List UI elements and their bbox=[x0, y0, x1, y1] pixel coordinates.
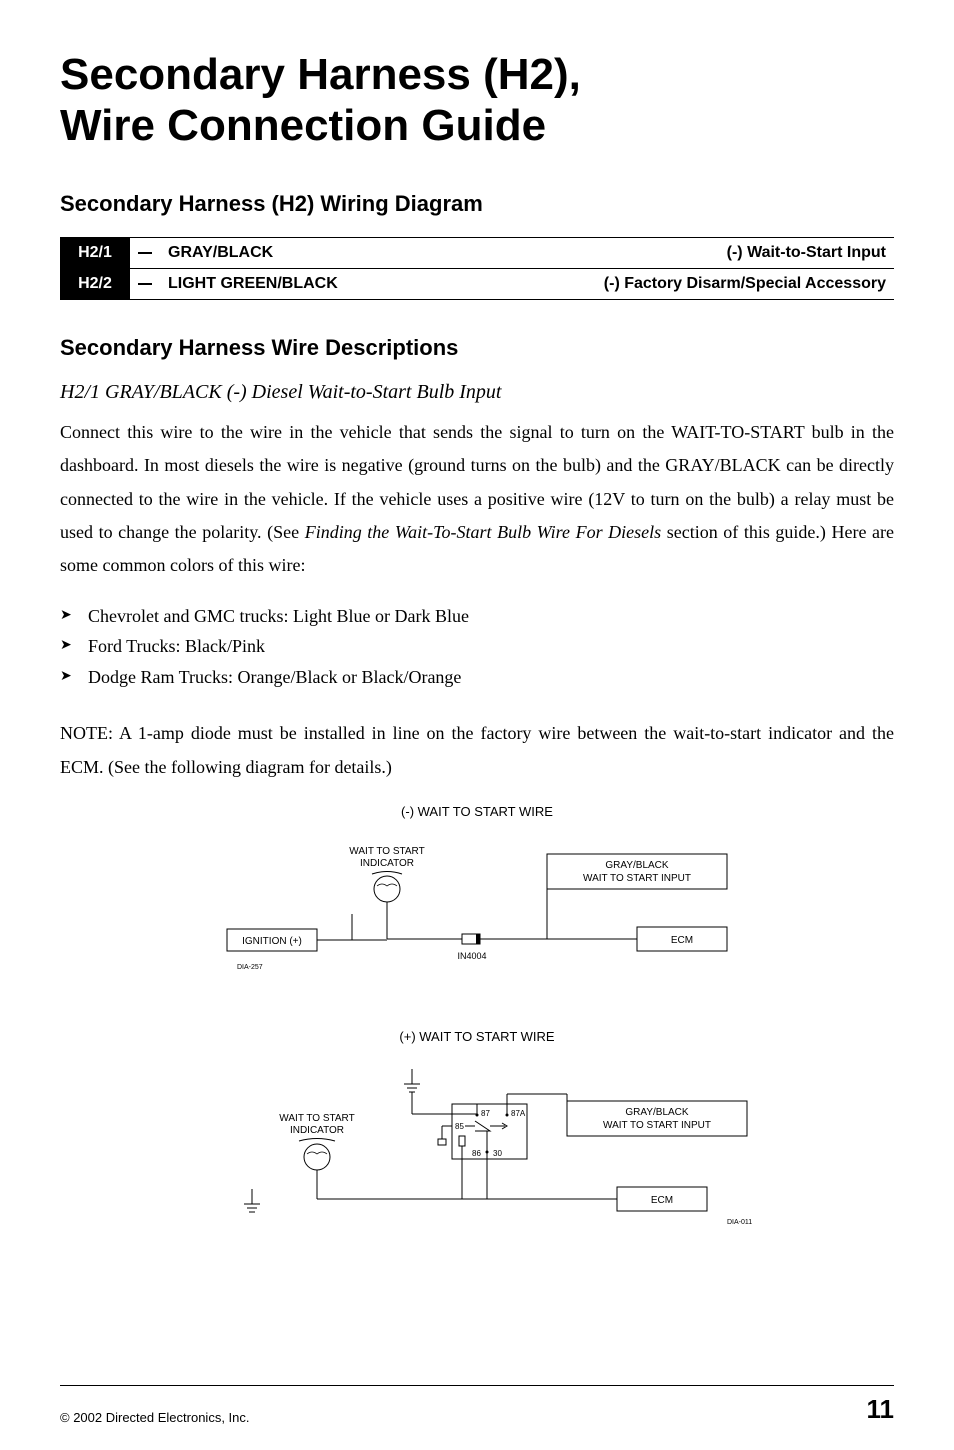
list-item: Ford Trucks: Black/Pink bbox=[60, 631, 894, 662]
section-heading-wire-descriptions: Secondary Harness Wire Descriptions bbox=[60, 335, 894, 361]
gray-black-label: WAIT TO START INPUT bbox=[583, 873, 691, 884]
gray-black-label: WAIT TO START INPUT bbox=[603, 1120, 711, 1131]
wire-subheading: H2/1 GRAY/BLACK (-) Diesel Wait-to-Start… bbox=[60, 381, 894, 404]
paragraph: Connect this wire to the wire in the veh… bbox=[60, 416, 894, 582]
relay-pin-86: 86 bbox=[472, 1149, 481, 1158]
gray-black-label: GRAY/BLACK bbox=[605, 860, 668, 871]
relay-pin-85: 85 bbox=[455, 1122, 464, 1131]
diode-label: IN4004 bbox=[457, 951, 486, 961]
relay-pin-30: 30 bbox=[493, 1149, 502, 1158]
diagram-title: (-) WAIT TO START WIRE bbox=[60, 804, 894, 819]
gray-black-label: GRAY/BLACK bbox=[625, 1107, 688, 1118]
wiring-table: H2/1 GRAY/BLACK (-) Wait-to-Start Input … bbox=[60, 237, 894, 300]
wire-function: (-) Wait-to-Start Input bbox=[390, 238, 894, 269]
bullet-list: Chevrolet and GMC trucks: Light Blue or … bbox=[60, 601, 894, 693]
ecm-label: ECM bbox=[651, 1195, 673, 1206]
table-row: H2/1 GRAY/BLACK (-) Wait-to-Start Input bbox=[60, 238, 894, 269]
pin-label: H2/1 bbox=[60, 238, 130, 269]
wire-color: GRAY/BLACK bbox=[160, 238, 390, 269]
page-number: 11 bbox=[867, 1394, 895, 1425]
table-row: H2/2 LIGHT GREEN/BLACK (-) Factory Disar… bbox=[60, 269, 894, 300]
copyright: © 2002 Directed Electronics, Inc. bbox=[60, 1410, 250, 1425]
connector-line bbox=[130, 238, 160, 269]
pin-label: H2/2 bbox=[60, 269, 130, 300]
list-item: Chevrolet and GMC trucks: Light Blue or … bbox=[60, 601, 894, 632]
list-item: Dodge Ram Trucks: Orange/Black or Black/… bbox=[60, 662, 894, 693]
wiring-diagram-positive: WAIT TO START INDICATOR 87 87A 85 86 30 bbox=[197, 1059, 757, 1249]
page-title: Secondary Harness (H2), Wire Connection … bbox=[60, 50, 894, 151]
relay-pin-87: 87 bbox=[481, 1109, 490, 1118]
wire-function: (-) Factory Disarm/Special Accessory bbox=[390, 269, 894, 300]
connector-line bbox=[130, 269, 160, 300]
diagram-1: (-) WAIT TO START WIRE WAIT TO START IND… bbox=[60, 804, 894, 1009]
indicator-label: WAIT TO START bbox=[279, 1113, 354, 1124]
ecm-label: ECM bbox=[671, 935, 693, 946]
wiring-diagram-negative: WAIT TO START INDICATOR IGNITION (+) IN4… bbox=[197, 834, 757, 1009]
indicator-label: INDICATOR bbox=[290, 1125, 344, 1136]
relay-pin-87a: 87A bbox=[511, 1109, 526, 1118]
dia-label: DIA-011 bbox=[727, 1219, 752, 1226]
ignition-label: IGNITION (+) bbox=[242, 936, 302, 947]
diagram-2: (+) WAIT TO START WIRE WAIT TO START IND… bbox=[60, 1029, 894, 1249]
wire-color: LIGHT GREEN/BLACK bbox=[160, 269, 390, 300]
indicator-label: WAIT TO START bbox=[349, 846, 424, 857]
footer: © 2002 Directed Electronics, Inc. 11 bbox=[60, 1385, 894, 1425]
diagram-title: (+) WAIT TO START WIRE bbox=[60, 1029, 894, 1044]
indicator-label: INDICATOR bbox=[360, 858, 414, 869]
dia-label: DIA-257 bbox=[237, 964, 263, 971]
note-paragraph: NOTE: A 1-amp diode must be installed in… bbox=[60, 717, 894, 784]
section-heading-wiring-diagram: Secondary Harness (H2) Wiring Diagram bbox=[60, 191, 894, 217]
